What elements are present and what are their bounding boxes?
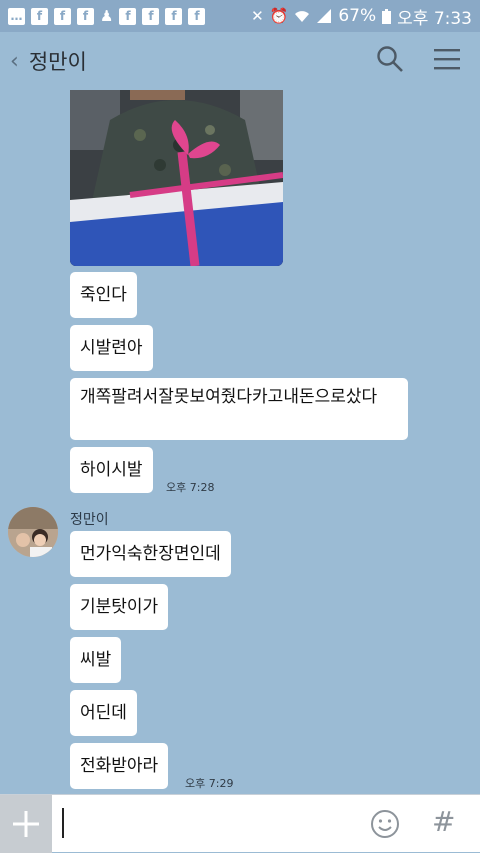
mute-icon: ✕ [251, 7, 264, 25]
facebook-icon: f [31, 7, 48, 25]
message-bubble[interactable]: 전화받아라 [70, 743, 169, 789]
person-add-icon: ♟ [100, 7, 114, 25]
message-bubble[interactable]: 시발련아 [70, 325, 153, 371]
search-icon[interactable] [376, 45, 404, 77]
message-input-bar: # [0, 794, 480, 853]
battery-icon [382, 8, 392, 25]
notification-icons: … f f f ♟ f f f f [8, 7, 206, 25]
emoticon-icon[interactable] [370, 809, 400, 843]
message-time: 오후 7:28 [166, 481, 215, 494]
add-attachment-button[interactable] [0, 795, 52, 853]
message-bubble[interactable]: 먼가익숙한장면인데 [70, 531, 231, 577]
chat-header: ‹ 정만이 [0, 32, 480, 90]
message-bubble[interactable]: 어딘데 [70, 690, 137, 736]
clock: 오후 7:33 [397, 8, 472, 29]
message-bubble[interactable]: 씨발 [70, 637, 122, 683]
chat-notification-icon: … [8, 7, 25, 25]
facebook-icon: f [77, 7, 94, 25]
message-bubble[interactable]: 죽인다 [70, 272, 137, 318]
facebook-icon: f [119, 7, 137, 25]
message-bubble[interactable]: 기분탓이가 [70, 584, 169, 630]
avatar[interactable] [8, 507, 58, 557]
facebook-icon: f [54, 7, 71, 25]
sender-name: 정만이 [70, 512, 109, 528]
wifi-icon [294, 8, 310, 25]
status-bar: … f f f ♟ f f f f ✕ ⏰ 67% 오후 7:33 [0, 0, 480, 32]
chat-area[interactable]: 죽인다 시발련아 개쪽팔려서잘못보여줬다카고내돈으로샀다 하이시발 오후 7:2… [0, 90, 480, 794]
hashtag-button[interactable]: # [432, 805, 455, 838]
message-bubble[interactable]: 하이시발 [70, 447, 153, 493]
menu-icon[interactable] [434, 48, 460, 74]
facebook-icon: f [165, 7, 183, 25]
battery-percent: 67% [338, 6, 377, 26]
message-input[interactable] [58, 803, 352, 845]
text-cursor [62, 808, 64, 838]
back-icon[interactable]: ‹ [10, 49, 19, 74]
facebook-icon: f [188, 7, 206, 25]
alarm-icon: ⏰ [269, 7, 289, 25]
shared-photo[interactable] [70, 90, 283, 266]
facebook-icon: f [142, 7, 160, 25]
signal-icon [316, 8, 332, 25]
message-time: 오후 7:29 [185, 777, 234, 790]
chat-title: 정만이 [28, 50, 87, 74]
message-bubble[interactable]: 개쪽팔려서잘못보여줬다카고내돈으로샀다 [70, 378, 408, 440]
